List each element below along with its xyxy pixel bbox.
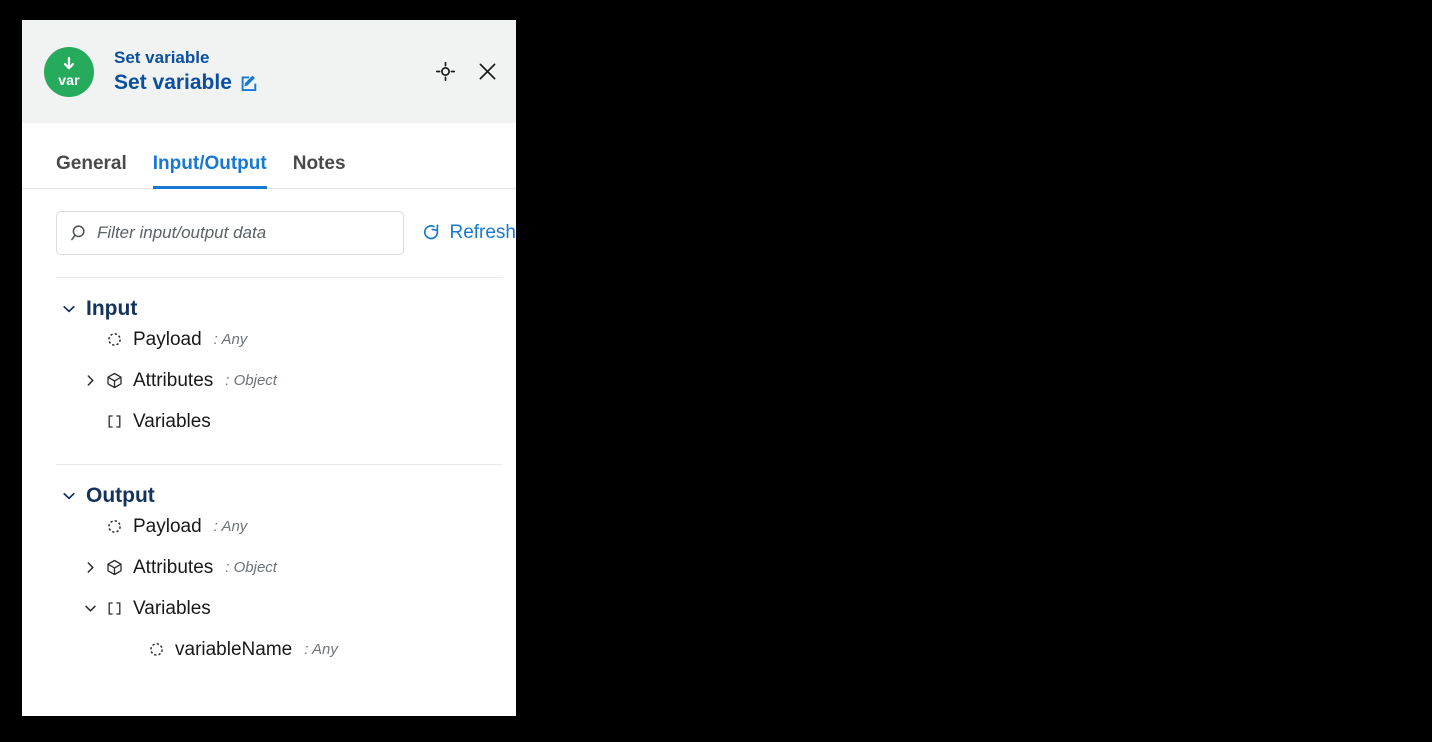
tab-notes[interactable]: Notes	[293, 153, 346, 189]
tree-row-label: Attributes	[133, 370, 214, 391]
edit-pencil-icon[interactable]	[240, 74, 259, 93]
refresh-icon	[422, 223, 441, 243]
tree-row-label: Attributes	[133, 557, 214, 578]
tree-row-output-variables[interactable]: Variables	[22, 588, 516, 629]
tab-input-output[interactable]: Input/Output	[152, 153, 267, 189]
section-header-output[interactable]: Output	[22, 485, 516, 506]
tree-row-input-payload[interactable]: Payload : Any	[22, 319, 516, 360]
header-titles: Set variable Set variable	[114, 47, 424, 97]
tree-row-label: Variables	[133, 598, 211, 619]
search-icon	[71, 224, 89, 242]
chevron-down-icon	[62, 302, 76, 316]
node-type-label: Set variable	[114, 47, 210, 67]
tree-row-output-payload[interactable]: Payload : Any	[22, 506, 516, 547]
brackets-icon	[104, 414, 124, 429]
filter-row: Refresh	[22, 189, 516, 255]
node-name-row: Set variable	[114, 70, 424, 96]
dotted-circle-icon	[104, 519, 124, 534]
section-title-input: Input	[86, 297, 138, 320]
chevron-down-icon	[62, 489, 76, 503]
section-input: Input Payload : Any Attributes: Object …	[22, 278, 516, 442]
tree-row-type: : Any	[213, 331, 248, 348]
close-icon[interactable]	[476, 61, 498, 83]
filter-input-wrapper[interactable]	[56, 211, 405, 255]
tab-general[interactable]: General	[56, 153, 127, 189]
tree-row-input-attributes[interactable]: Attributes : Object	[22, 360, 516, 401]
cube-icon	[104, 559, 124, 576]
input-output-tree: Input Payload : Any Attributes: Object …	[22, 277, 516, 670]
panel-header: var Set variable Set variable	[22, 20, 516, 123]
dotted-circle-icon	[104, 332, 124, 347]
tree-row-type: : Any	[213, 518, 248, 535]
tree-row-type: : Object	[225, 372, 277, 389]
refresh-label: Refresh	[449, 222, 516, 243]
dotted-circle-icon	[146, 642, 166, 657]
tree-row-label: Variables	[133, 411, 211, 432]
tree-row-output-variable-name[interactable]: variableName : Any	[22, 629, 516, 670]
tree-row-output-attributes[interactable]: Attributes : Object	[22, 547, 516, 588]
cube-icon	[104, 372, 124, 389]
refresh-button[interactable]: Refresh	[422, 222, 516, 244]
section-title-output: Output	[86, 484, 155, 507]
chevron-down-icon[interactable]	[82, 602, 98, 615]
tree-row-input-variables[interactable]: Variables	[22, 401, 516, 442]
section-output: Output Payload : Any Attributes: Object…	[22, 465, 516, 670]
search-input[interactable]	[97, 223, 394, 243]
section-header-input[interactable]: Input	[22, 298, 516, 319]
tree-row-label: variableName	[175, 639, 293, 660]
node-type-badge: var	[44, 46, 94, 97]
brackets-icon	[104, 601, 124, 616]
chevron-right-icon[interactable]	[82, 561, 98, 574]
tree-row-type: : Object	[225, 559, 277, 576]
tree-row-label: Payload	[133, 329, 202, 350]
crosshair-focus-icon[interactable]	[434, 61, 456, 83]
header-actions	[434, 61, 498, 83]
node-name-label: Set variable	[114, 71, 232, 94]
panel-tabs: General Input/Output Notes	[22, 123, 516, 189]
node-badge-label: var	[58, 71, 80, 88]
tree-row-type: : Any	[304, 641, 338, 658]
chevron-right-icon[interactable]	[82, 374, 98, 387]
tree-row-label: Payload	[133, 516, 202, 537]
download-arrow-icon	[62, 56, 76, 72]
set-variable-properties-panel: var Set variable Set variable General In…	[22, 20, 516, 716]
